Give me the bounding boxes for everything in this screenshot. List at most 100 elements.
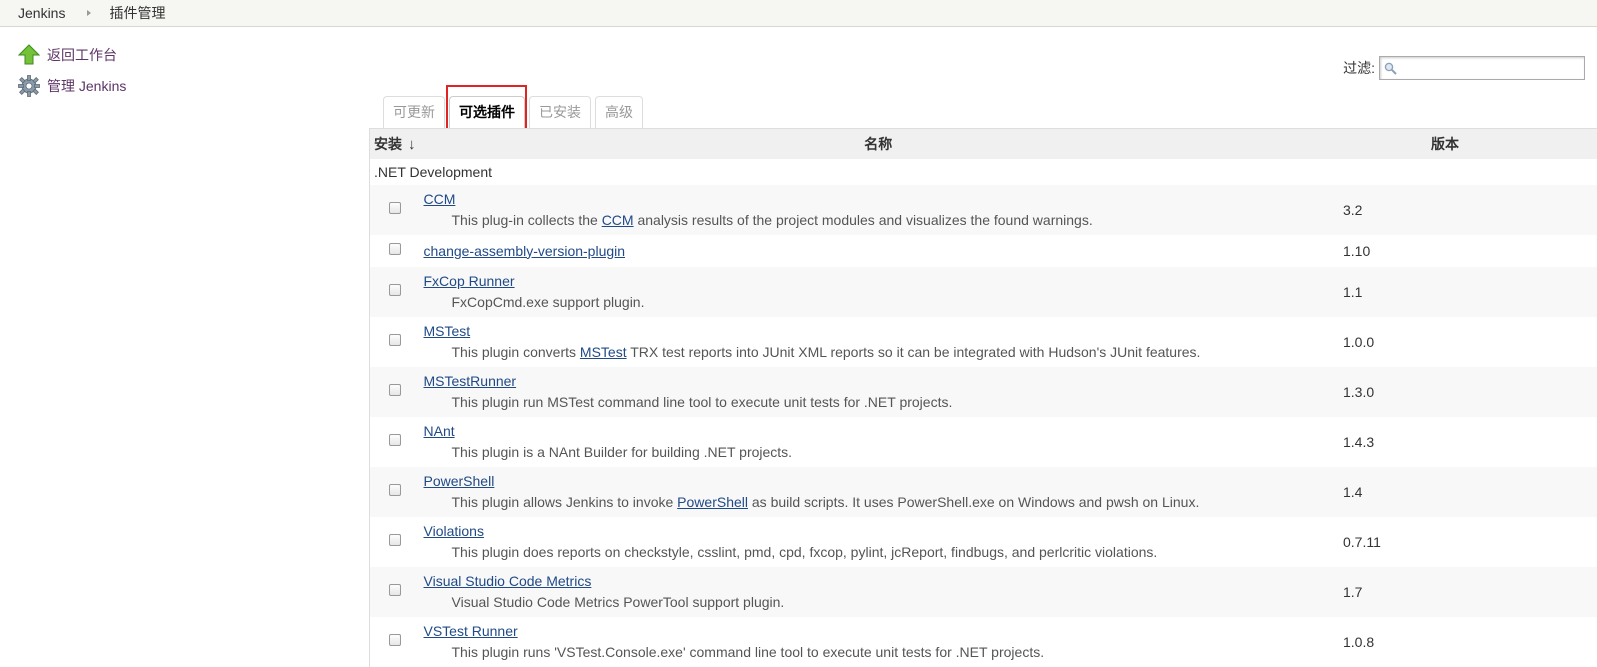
description-text: This plugin run MSTest command line tool… — [452, 394, 953, 410]
plugin-name-link[interactable]: PowerShell — [424, 471, 1338, 491]
install-cell — [370, 235, 420, 267]
plugin-version: 1.4.3 — [1337, 417, 1597, 467]
install-checkbox[interactable] — [389, 334, 401, 346]
table-header-row: 安装 ↓ 名称 版本 — [370, 129, 1597, 159]
sidebar-item-back-to-dashboard[interactable]: 返回工作台 — [18, 44, 117, 66]
install-cell — [370, 467, 420, 517]
column-header-name[interactable]: 名称 — [420, 129, 1338, 159]
plugin-info-cell: MSTestRunner This plugin run MSTest comma… — [420, 367, 1338, 417]
breadcrumb: Jenkins 插件管理 — [0, 0, 1597, 27]
plugin-info-cell: CCMThis plug-in collects the CCM analysi… — [420, 185, 1338, 235]
description-text: This plugin does reports on checkstyle, … — [452, 544, 1158, 560]
table-row: PowerShellThis plugin allows Jenkins to … — [370, 467, 1597, 517]
plugin-version: 1.0.0 — [1337, 317, 1597, 367]
install-checkbox[interactable] — [389, 202, 401, 214]
plugin-description: FxCopCmd.exe support plugin. — [424, 291, 1338, 313]
plugin-description: This plugin does reports on checkstyle, … — [424, 541, 1338, 563]
description-text: This plugin is a NAnt Builder for buildi… — [452, 444, 793, 460]
table-row: CCMThis plug-in collects the CCM analysi… — [370, 185, 1597, 235]
plugin-version: 1.1 — [1337, 267, 1597, 317]
table-row: NAnt This plugin is a NAnt Builder for bu… — [370, 417, 1597, 467]
filter-input[interactable] — [1380, 57, 1584, 79]
description-link[interactable]: CCM — [602, 212, 634, 228]
tab-installed[interactable]: 已安装 — [529, 96, 591, 128]
install-cell — [370, 317, 420, 367]
plugin-name-link[interactable]: Violations — [424, 521, 1338, 541]
plugin-description: This plugin runs 'VSTest.Console.exe' co… — [424, 641, 1338, 663]
description-link[interactable]: MSTest — [580, 344, 627, 360]
breadcrumb-jenkins-link[interactable]: Jenkins — [18, 5, 65, 21]
search-icon — [1384, 62, 1397, 75]
plugin-version: 1.0.8 — [1337, 617, 1597, 667]
description-text: This plugin converts — [452, 344, 580, 360]
install-cell — [370, 567, 420, 617]
description-text: This plug-in collects the — [452, 212, 602, 228]
plugin-table: 安装↓ 名称 版本 .NET Development CCMThis plug-… — [369, 128, 1597, 667]
breadcrumb-plugin-manager-link[interactable]: 插件管理 — [109, 3, 165, 23]
plugin-name-link[interactable]: MSTest — [424, 321, 1338, 341]
plugin-version: 1.4 — [1337, 467, 1597, 517]
table-row: Violations This plugin does reports on ch… — [370, 517, 1597, 567]
plugin-info-cell: NAnt This plugin is a NAnt Builder for bu… — [420, 417, 1338, 467]
sidebar-item-manage-jenkins[interactable]: 管理 Jenkins — [18, 75, 126, 97]
plugin-version: 3.2 — [1337, 185, 1597, 235]
plugin-name-link[interactable]: NAnt — [424, 421, 1338, 441]
install-cell — [370, 417, 420, 467]
install-cell — [370, 367, 420, 417]
tab-updates[interactable]: 可更新 — [383, 96, 445, 128]
plugin-info-cell: Violations This plugin does reports on ch… — [420, 517, 1338, 567]
plugin-version: 1.7 — [1337, 567, 1597, 617]
description-text: This plugin allows Jenkins to invoke — [452, 494, 678, 510]
description-text: as build scripts. It uses PowerShell.exe… — [748, 494, 1199, 510]
plugin-info-cell: VSTest RunnerThis plugin runs 'VSTest.Co… — [420, 617, 1338, 667]
plugin-description: This plug-in collects the CCM analysis r… — [424, 209, 1338, 231]
plugin-name-link[interactable]: Visual Studio Code Metrics — [424, 571, 1338, 591]
plugin-info-cell: Visual Studio Code MetricsVisual Studio … — [420, 567, 1338, 617]
install-checkbox[interactable] — [389, 243, 401, 255]
plugin-info-cell: PowerShellThis plugin allows Jenkins to … — [420, 467, 1338, 517]
install-header-label: 安装 — [374, 136, 402, 152]
install-checkbox[interactable] — [389, 384, 401, 396]
plugin-name-link[interactable]: FxCop Runner — [424, 271, 1338, 291]
plugin-name-link[interactable]: MSTestRunner — [424, 371, 1338, 391]
install-checkbox[interactable] — [389, 584, 401, 596]
install-cell — [370, 267, 420, 317]
up-arrow-icon — [18, 44, 40, 66]
plugin-name-link[interactable]: VSTest Runner — [424, 621, 1338, 641]
install-cell — [370, 517, 420, 567]
plugin-info-cell: FxCop Runner FxCopCmd.exe support plugin. — [420, 267, 1338, 317]
category-label: .NET Development — [370, 159, 1597, 185]
plugin-info-cell: change-assembly-version-plugin — [420, 235, 1338, 267]
filter-bar: 过滤: — [1343, 56, 1585, 80]
table-row: Visual Studio Code MetricsVisual Studio … — [370, 567, 1597, 617]
plugin-version: 0.7.11 — [1337, 517, 1597, 567]
plugin-name-link[interactable]: CCM — [424, 189, 1338, 209]
install-checkbox[interactable] — [389, 284, 401, 296]
install-checkbox[interactable] — [389, 534, 401, 546]
plugin-version: 1.3.0 — [1337, 367, 1597, 417]
sidebar-item-label[interactable]: 返回工作台 — [47, 45, 117, 65]
install-checkbox[interactable] — [389, 634, 401, 646]
plugin-name-link[interactable]: change-assembly-version-plugin — [424, 241, 1338, 261]
gear-icon — [18, 75, 40, 97]
install-cell — [370, 617, 420, 667]
tab-advanced[interactable]: 高级 — [595, 96, 643, 128]
breadcrumb-separator-icon — [87, 10, 91, 16]
description-link[interactable]: PowerShell — [677, 494, 748, 510]
column-header-install[interactable]: 安装 ↓ — [370, 129, 420, 159]
plugin-description: This plugin run MSTest command line tool… — [424, 391, 1338, 413]
plugin-description: This plugin converts MSTest TRX test rep… — [424, 341, 1338, 363]
install-cell — [370, 185, 420, 235]
plugin-description: Visual Studio Code Metrics PowerTool sup… — [424, 591, 1338, 613]
install-checkbox[interactable] — [389, 434, 401, 446]
plugin-info-cell: MSTestThis plugin converts MSTest TRX te… — [420, 317, 1338, 367]
column-header-version[interactable]: 版本 — [1337, 129, 1597, 159]
category-row: .NET Development — [370, 159, 1597, 185]
description-text: FxCopCmd.exe support plugin. — [452, 294, 645, 310]
sidebar-item-label[interactable]: 管理 Jenkins — [47, 76, 126, 96]
table-row: MSTestThis plugin converts MSTest TRX te… — [370, 317, 1597, 367]
sort-arrow-icon: ↓ — [408, 136, 416, 153]
install-checkbox[interactable] — [389, 484, 401, 496]
filter-box[interactable] — [1379, 56, 1585, 80]
tab-available[interactable]: 可选插件 — [449, 96, 525, 128]
